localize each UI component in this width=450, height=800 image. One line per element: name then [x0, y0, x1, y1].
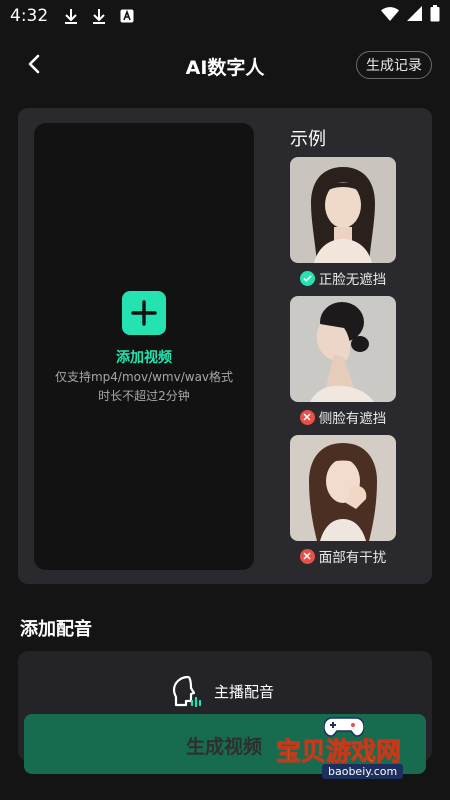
voice-head-icon: [172, 675, 202, 708]
example-photo-face-obstructed: [290, 435, 396, 541]
upload-panel: 添加视频 仅支持mp4/mov/wmv/wav格式 时长不超过2分钟 示例 正脸…: [18, 108, 432, 584]
generate-video-label: 生成视频: [186, 736, 263, 758]
close-icon: [299, 409, 315, 425]
status-bar: 4:32: [0, 0, 450, 32]
example-photo-front-face: [290, 157, 396, 263]
close-icon: [299, 548, 315, 564]
anchor-voice-option[interactable]: 主播配音: [168, 673, 274, 709]
example-item: 侧脸有遮挡: [290, 296, 396, 427]
download-icon: [62, 7, 80, 25]
example-item: 面部有干扰: [290, 435, 396, 566]
status-time: 4:32: [10, 6, 49, 26]
example-photo-side-face: [290, 296, 396, 402]
app-notification-icon: [118, 7, 136, 25]
plus-icon: [131, 300, 157, 326]
example-caption: 侧脸有遮挡: [318, 411, 387, 427]
site-watermark: 宝贝游戏网 baobeiy.com: [272, 712, 432, 782]
anchor-voice-label: 主播配音: [214, 682, 275, 701]
example-item: 正脸无遮挡: [290, 157, 396, 288]
example-caption: 正脸无遮挡: [318, 272, 387, 288]
check-icon: [299, 270, 315, 286]
duration-hint: 时长不超过2分钟: [98, 389, 190, 403]
add-video-button[interactable]: [122, 291, 166, 335]
examples-title: 示例: [290, 129, 326, 150]
download-icon: [90, 7, 108, 25]
example-caption: 面部有干扰: [318, 550, 387, 566]
watermark-domain: baobeiy.com: [322, 764, 404, 779]
watermark-name: 宝贝游戏网: [275, 737, 402, 767]
add-video-area[interactable]: 添加视频 仅支持mp4/mov/wmv/wav格式 时长不超过2分钟: [34, 123, 254, 570]
format-hint: 仅支持mp4/mov/wmv/wav格式: [54, 370, 234, 384]
add-video-label: 添加视频: [116, 350, 172, 366]
battery-icon: [430, 5, 440, 27]
top-bar: AI数字人 生成记录: [0, 40, 450, 90]
history-button[interactable]: 生成记录: [356, 51, 432, 79]
voice-section-title: 添加配音: [20, 619, 92, 640]
signal-icon: [407, 6, 422, 26]
wifi-icon: [381, 6, 399, 26]
